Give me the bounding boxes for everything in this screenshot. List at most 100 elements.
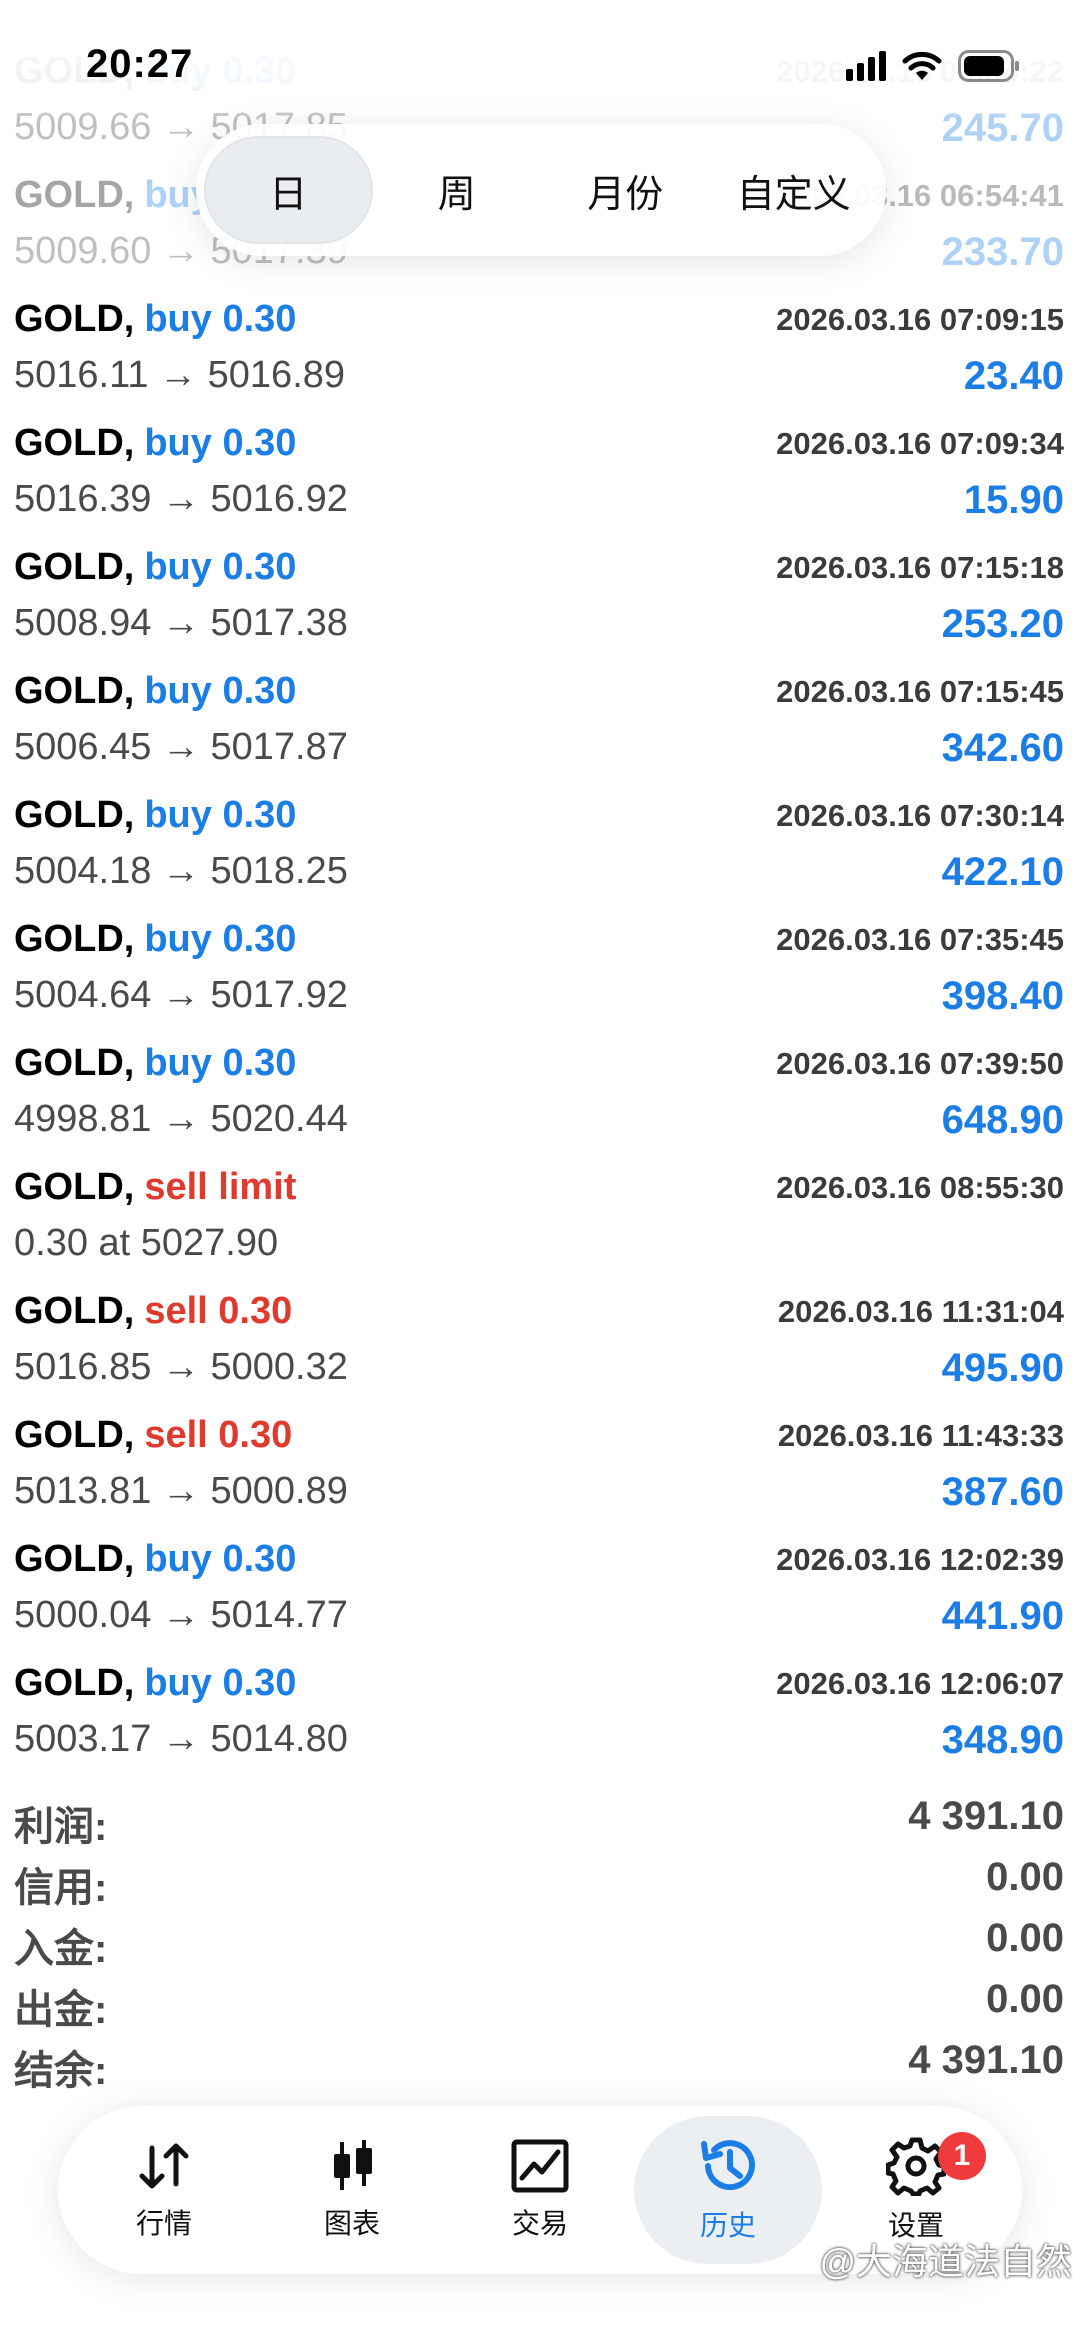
nav-item-1[interactable]: 图表 [258,2116,446,2264]
trade-symbol-line: GOLD, sell limit [14,1166,296,1209]
trade-side: buy 0.30 [144,546,297,588]
trade-side: sell 0.30 [144,1290,293,1332]
trade-prices: 5003.17 → 5014.80 [14,1718,348,1760]
trade-profit: 398.40 [941,974,1064,1018]
trade-symbol: GOLD, [14,1414,135,1456]
trade-prices: 5004.64 → 5017.92 [14,974,348,1016]
trade-prices: 5008.94 → 5017.38 [14,602,348,644]
nav-item-2[interactable]: 交易 [446,2116,634,2264]
summary-label: 利润: [14,1805,108,1849]
status-time: 20:27 [86,42,194,86]
trade-row[interactable]: GOLD, sell limit 2026.03.16 08:55:30 0.30 a… [0,1156,1080,1280]
trade-time: 2026.03.16 11:31:04 [777,1294,1064,1329]
trade-row[interactable]: GOLD, sell 0.30 2026.03.16 11:43:33 5013.81… [0,1404,1080,1528]
trade-prices: 5016.11 → 5016.89 [14,354,346,396]
trade-profit: 387.60 [941,1470,1064,1514]
notification-badge: 1 [938,2132,986,2180]
trade-row[interactable]: GOLD, buy 0.30 2026.03.16 07:35:45 5004.64 … [0,908,1080,1032]
trade-time: 2026.03.16 07:15:18 [776,550,1064,585]
candlestick-icon [322,2138,382,2194]
trade-chart-icon [510,2138,570,2194]
trade-side: buy 0.30 [144,670,297,712]
summary-value: 4 391.10 [908,2038,1064,2082]
period-tab-1[interactable]: 周 [373,136,542,244]
nav-item-0[interactable]: 行情 [70,2116,258,2264]
summary-section: 利润: 4 391.10 信用: 0.00 入金: 0.00 出金: 0.00 结余: 4 391… [0,1786,1080,2093]
trade-symbol-line: GOLD,buy 0.30 [14,1538,296,1581]
period-tab-3[interactable]: 自定义 [710,136,879,244]
summary-value: 0.00 [986,1977,1064,2021]
trade-prices: 5016.85 → 5000.32 [14,1346,348,1388]
trade-symbol: GOLD, [14,1166,135,1208]
period-tab-0[interactable]: 日 [204,136,373,244]
trade-side: buy 0.30 [144,794,297,836]
trade-side: buy 0.30 [144,298,297,340]
summary-label: 信用: [14,1866,108,1910]
trade-symbol-line: GOLD,buy 0.30 [14,1042,296,1085]
trade-profit: 495.90 [941,1346,1064,1390]
trade-profit: 441.90 [941,1594,1064,1638]
trade-symbol-line: GOLD, sell 0.30 [14,1290,292,1333]
trade-side: sell limit [144,1166,297,1208]
trade-side: buy 0.30 [144,1538,297,1580]
trade-symbol: GOLD, [14,794,135,836]
gear-icon [886,2136,946,2196]
summary-row: 利润: 4 391.10 [0,1786,1080,1849]
summary-row: 信用: 0.00 [0,1847,1080,1910]
nav-item-3[interactable]: 历史 [634,2116,822,2264]
trade-row[interactable]: GOLD, buy 0.30 2026.03.16 12:06:07 5003.17 … [0,1652,1080,1776]
trade-row[interactable]: GOLD, buy 0.30 2026.03.16 07:09:34 5016.39 … [0,412,1080,536]
trade-symbol: GOLD, [14,422,135,464]
trade-symbol: GOLD, [14,298,135,340]
status-bar: 20:27 [0,0,1080,120]
trade-time: 2026.03.16 07:15:45 [776,674,1064,709]
watermark-text: @大海道法自然 [819,2241,1072,2282]
trade-prices: 0.30 at 5027.90 [14,1222,279,1264]
trade-symbol: GOLD, [14,918,135,960]
trade-symbol: GOLD, [14,1042,135,1084]
summary-label: 入金: [14,1927,108,1971]
trade-profit: 648.90 [941,1098,1064,1142]
nav-label: 历史 [699,2210,756,2241]
trade-symbol-line: GOLD, sell 0.30 [14,1414,292,1457]
trade-row[interactable]: GOLD, buy 0.30 2026.03.16 07:15:45 5006.45 … [0,660,1080,784]
summary-row: 入金: 0.00 [0,1908,1080,1971]
trade-symbol: GOLD, [14,1290,135,1332]
battery-icon [958,50,1019,82]
trade-row[interactable]: GOLD, buy 0.30 2026.03.16 07:39:50 4998.81 … [0,1032,1080,1156]
history-icon [696,2136,760,2196]
trade-row[interactable]: GOLD, buy 0.30 2026.03.16 07:09:15 5016.11 … [0,288,1080,412]
trade-row[interactable]: GOLD, buy 0.30 2026.03.16 12:02:39 5000.04 … [0,1528,1080,1652]
trade-symbol-line: GOLD,buy 0.30 [14,422,296,465]
trade-side: buy 0.30 [144,1042,297,1084]
trade-time: 2026.03.16 07:09:34 [776,426,1064,461]
trade-symbol-line: GOLD,buy 0.30 [14,298,296,341]
trade-prices: 5004.18 → 5018.25 [14,850,348,892]
trade-time: 2026.03.16 11:43:33 [777,1418,1064,1453]
trade-prices: 4998.81 → 5020.44 [14,1098,348,1140]
trade-profit: 23.40 [963,354,1064,398]
trade-row[interactable]: GOLD, sell 0.30 2026.03.16 11:31:04 5016.85… [0,1280,1080,1404]
trade-time: 2026.03.16 07:39:50 [776,1046,1064,1081]
trade-symbol: GOLD, [14,1538,135,1580]
arrows-updown-icon [134,2138,194,2194]
trade-row[interactable]: GOLD, buy 0.30 2026.03.16 07:30:14 5004.18 … [0,784,1080,908]
trade-time: 2026.03.16 12:06:07 [776,1666,1064,1701]
trade-profit: 253.20 [941,602,1064,646]
period-tab-2[interactable]: 月份 [541,136,710,244]
period-segment-control: 日周月份 自定义 [196,124,886,256]
trade-prices: 5000.04 → 5014.77 [14,1594,348,1636]
trade-time: 2026.03.16 07:35:45 [776,922,1064,957]
trade-side: sell 0.30 [144,1414,293,1456]
nav-label: 行情 [135,2208,192,2239]
summary-row: 出金: 0.00 [0,1969,1080,2032]
nav-label: 交易 [511,2208,568,2239]
trade-row[interactable]: GOLD, buy 0.30 2026.03.16 07:15:18 5008.94 … [0,536,1080,660]
trade-time: 2026.03.16 08:55:30 [776,1170,1064,1205]
trade-symbol-line: GOLD,buy 0.30 [14,918,296,961]
summary-value: 4 391.10 [908,1794,1064,1838]
signal-icon [846,51,886,81]
trade-symbol-line: GOLD,buy 0.30 [14,1662,296,1705]
trade-side: buy 0.30 [144,1662,297,1704]
trade-profit: 422.10 [941,850,1064,894]
